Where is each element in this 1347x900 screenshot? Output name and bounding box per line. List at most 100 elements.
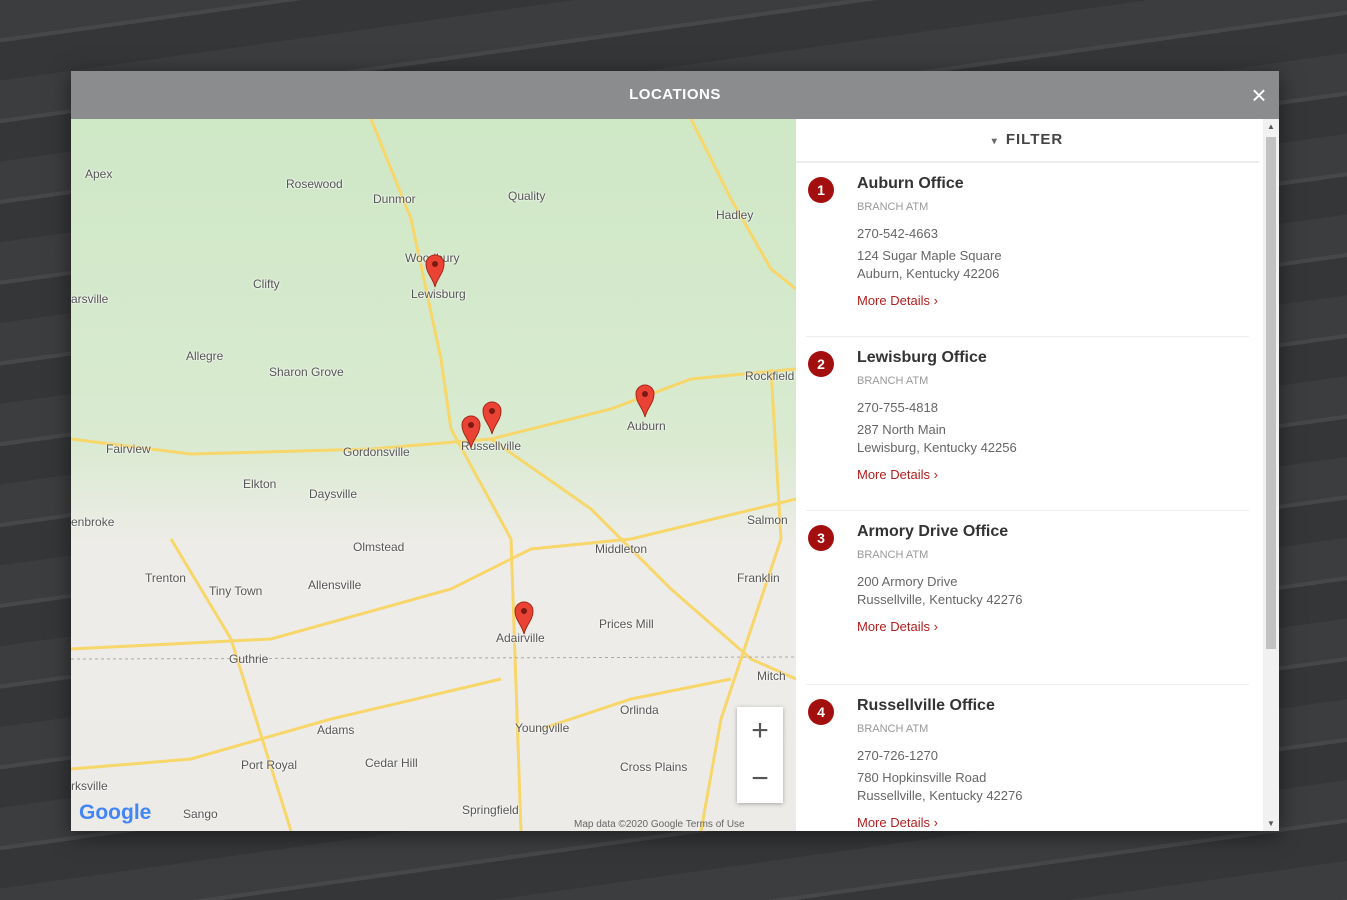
map-place-label: Dunmor bbox=[373, 192, 416, 206]
google-logo: Google bbox=[79, 801, 152, 824]
location-name: Russellville Office bbox=[857, 697, 995, 714]
location-services: BRANCH ATM bbox=[857, 723, 929, 735]
map-place-label: Fairview bbox=[106, 442, 151, 456]
chevron-down-icon: ▾ bbox=[991, 136, 998, 147]
scroll-up-icon[interactable]: ▲ bbox=[1263, 122, 1279, 131]
map-place-label: Hadley bbox=[716, 208, 754, 222]
chevron-right-icon: › bbox=[933, 467, 938, 482]
location-name: Armory Drive Office bbox=[857, 523, 1009, 540]
map[interactable]: ApexRosewoodDunmorQualityHadleyWoodburyL… bbox=[71, 119, 796, 831]
zoom-out-button[interactable]: − bbox=[737, 755, 783, 803]
map-place-label: Daysville bbox=[309, 487, 358, 501]
zoom-control: + − bbox=[737, 707, 783, 803]
more-details-label: More Details bbox=[857, 467, 930, 482]
map-place-label: Olmstead bbox=[353, 540, 405, 554]
location-number-badge: 2 bbox=[808, 351, 834, 377]
location-item: 2 Lewisburg Office BRANCH ATM 270-755-4818 2… bbox=[806, 337, 1249, 511]
map-place-label: Sango bbox=[183, 807, 218, 821]
more-details-link[interactable]: More Details › bbox=[857, 467, 938, 482]
map-base bbox=[71, 119, 796, 831]
location-services: BRANCH ATM bbox=[857, 201, 929, 213]
location-phone[interactable]: 270-755-4818 bbox=[857, 399, 1249, 417]
map-place-label: Prices Mill bbox=[599, 617, 654, 631]
more-details-label: More Details bbox=[857, 293, 930, 308]
location-address-line2: Lewisburg, Kentucky 42256 bbox=[857, 440, 1017, 455]
more-details-link[interactable]: More Details › bbox=[857, 293, 938, 308]
map-place-label: Franklin bbox=[737, 571, 780, 585]
map-place-label: Cross Plains bbox=[620, 760, 688, 774]
location-address-line1: 287 North Main bbox=[857, 422, 946, 437]
chevron-right-icon: › bbox=[933, 293, 938, 308]
location-address-line2: Auburn, Kentucky 42206 bbox=[857, 266, 1000, 281]
map-place-label: Elkton bbox=[243, 477, 277, 491]
filter-button[interactable]: ▾ FILTER bbox=[796, 119, 1259, 163]
location-item: 1 Auburn Office BRANCH ATM 270-542-4663 124 … bbox=[806, 163, 1249, 337]
map-place-label: Gordonsville bbox=[343, 445, 410, 459]
map-place-label: Sharon Grove bbox=[269, 365, 344, 379]
map-attribution[interactable]: Map data ©2020 Google Terms of Use bbox=[574, 819, 745, 830]
map-place-label: Rosewood bbox=[286, 177, 343, 191]
modal-title: LOCATIONS bbox=[629, 86, 721, 103]
map-marker-icon[interactable] bbox=[635, 384, 655, 418]
map-place-label: enbroke bbox=[71, 515, 115, 529]
map-place-label: Youngville bbox=[515, 721, 570, 735]
location-address-line2: Russellville, Kentucky 42276 bbox=[857, 592, 1023, 607]
chevron-right-icon: › bbox=[933, 815, 938, 830]
location-number-badge: 4 bbox=[808, 699, 834, 725]
map-marker-icon[interactable] bbox=[425, 254, 445, 288]
location-number-badge: 1 bbox=[808, 177, 834, 203]
filter-label: FILTER bbox=[1005, 131, 1064, 148]
scroll-down-icon[interactable]: ▼ bbox=[1263, 819, 1279, 828]
location-phone[interactable]: 270-726-1270 bbox=[857, 747, 1249, 765]
zoom-in-button[interactable]: + bbox=[737, 707, 783, 755]
map-place-label: Lewisburg bbox=[411, 287, 466, 301]
map-place-label: Clifty bbox=[253, 277, 280, 291]
map-place-label: arsville bbox=[71, 292, 109, 306]
more-details-label: More Details bbox=[857, 619, 930, 634]
map-place-label: Auburn bbox=[627, 419, 666, 433]
more-details-link[interactable]: More Details › bbox=[857, 619, 938, 634]
scrollbar-thumb[interactable] bbox=[1266, 137, 1276, 649]
location-services: BRANCH ATM bbox=[857, 549, 929, 561]
location-item: 3 Armory Drive Office BRANCH ATM 200 Armory… bbox=[806, 511, 1249, 685]
map-marker-icon[interactable] bbox=[514, 601, 534, 635]
close-icon[interactable]: × bbox=[1251, 71, 1267, 119]
chevron-right-icon: › bbox=[933, 619, 938, 634]
location-list: 1 Auburn Office BRANCH ATM 270-542-4663 124 … bbox=[796, 163, 1279, 831]
map-place-label: Cedar Hill bbox=[365, 756, 418, 770]
locations-sidebar: ▾ FILTER 1 Auburn Office BRANCH ATM 270-542-… bbox=[796, 119, 1279, 831]
location-number-badge: 3 bbox=[808, 525, 834, 551]
map-marker-icon[interactable] bbox=[461, 415, 481, 449]
map-place-label: Springfield bbox=[462, 803, 519, 817]
map-place-label: Port Royal bbox=[241, 758, 298, 772]
map-place-label: Guthrie bbox=[229, 652, 269, 666]
location-address-line1: 780 Hopkinsville Road bbox=[857, 770, 987, 785]
map-place-label: Apex bbox=[85, 167, 113, 181]
map-place-label: Quality bbox=[508, 189, 546, 203]
map-place-label: Trenton bbox=[145, 571, 186, 585]
location-address-line1: 124 Sugar Maple Square bbox=[857, 248, 1002, 263]
map-place-label: Mitch bbox=[757, 669, 786, 683]
map-place-label: Orlinda bbox=[620, 703, 659, 717]
location-services: BRANCH ATM bbox=[857, 375, 929, 387]
more-details-label: More Details bbox=[857, 815, 930, 830]
location-address-line2: Russellville, Kentucky 42276 bbox=[857, 788, 1023, 803]
more-details-link[interactable]: More Details › bbox=[857, 815, 938, 830]
map-place-label: Adams bbox=[317, 723, 355, 737]
location-name: Auburn Office bbox=[857, 175, 964, 192]
locations-modal: LOCATIONS × Apex Rosewood Dunmor Quality Had… bbox=[71, 71, 1279, 831]
location-address-line1: 200 Armory Drive bbox=[857, 574, 958, 589]
map-marker-icon[interactable] bbox=[482, 401, 502, 435]
scrollbar[interactable]: ▲ ▼ bbox=[1263, 119, 1279, 831]
location-phone[interactable]: 270-542-4663 bbox=[857, 225, 1249, 243]
location-name: Lewisburg Office bbox=[857, 349, 987, 366]
map-place-label: Salmon bbox=[747, 513, 788, 527]
map-place-label: Tiny Town bbox=[209, 584, 263, 598]
map-place-label: Allensville bbox=[308, 578, 362, 592]
map-place-label: Allegre bbox=[186, 349, 224, 363]
map-place-label: Middleton bbox=[595, 542, 648, 556]
location-item: 4 Russellville Office BRANCH ATM 270-726-12… bbox=[806, 685, 1249, 831]
map-place-label: rksville bbox=[71, 779, 108, 793]
modal-header: LOCATIONS × bbox=[71, 71, 1279, 119]
map-place-label: Rockfield bbox=[745, 369, 795, 383]
